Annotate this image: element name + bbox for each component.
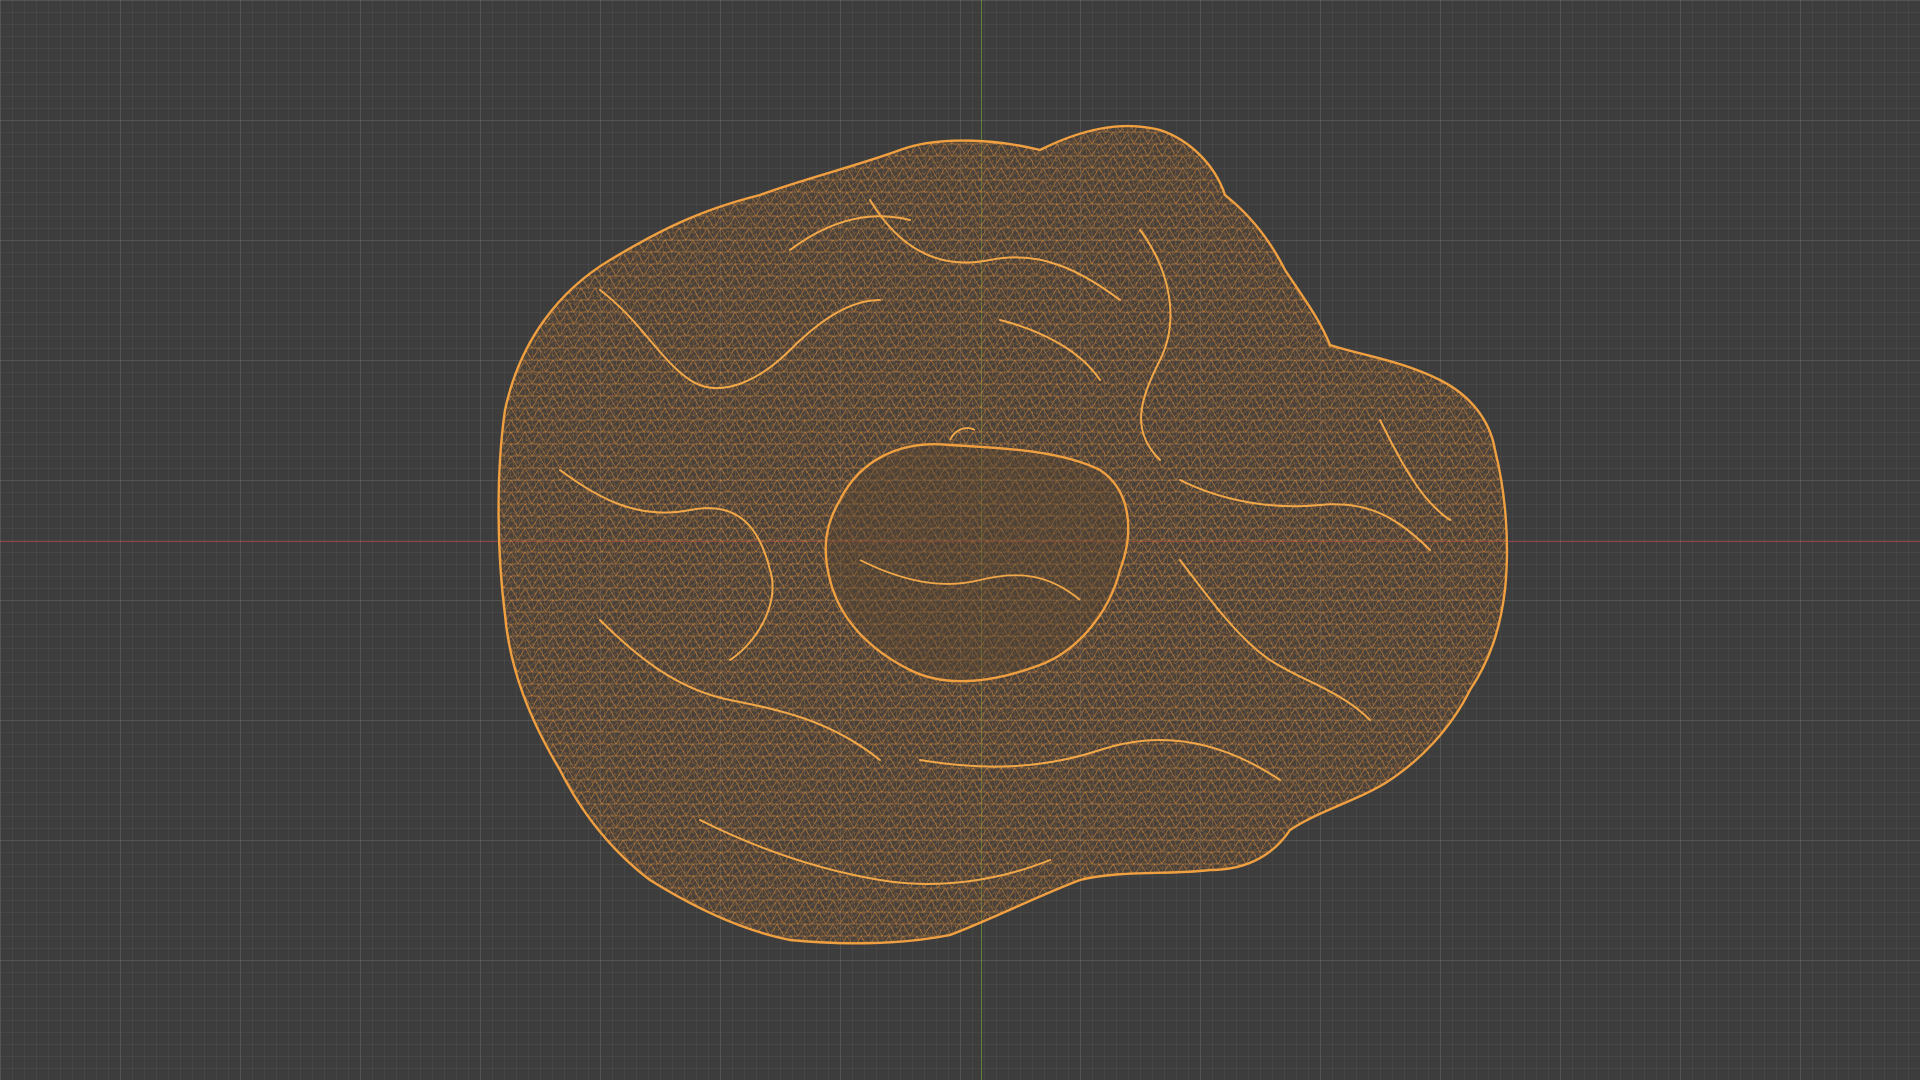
3d-viewport[interactable]: [0, 0, 1920, 1080]
wireframe-mesh-object[interactable]: [0, 0, 1920, 1080]
